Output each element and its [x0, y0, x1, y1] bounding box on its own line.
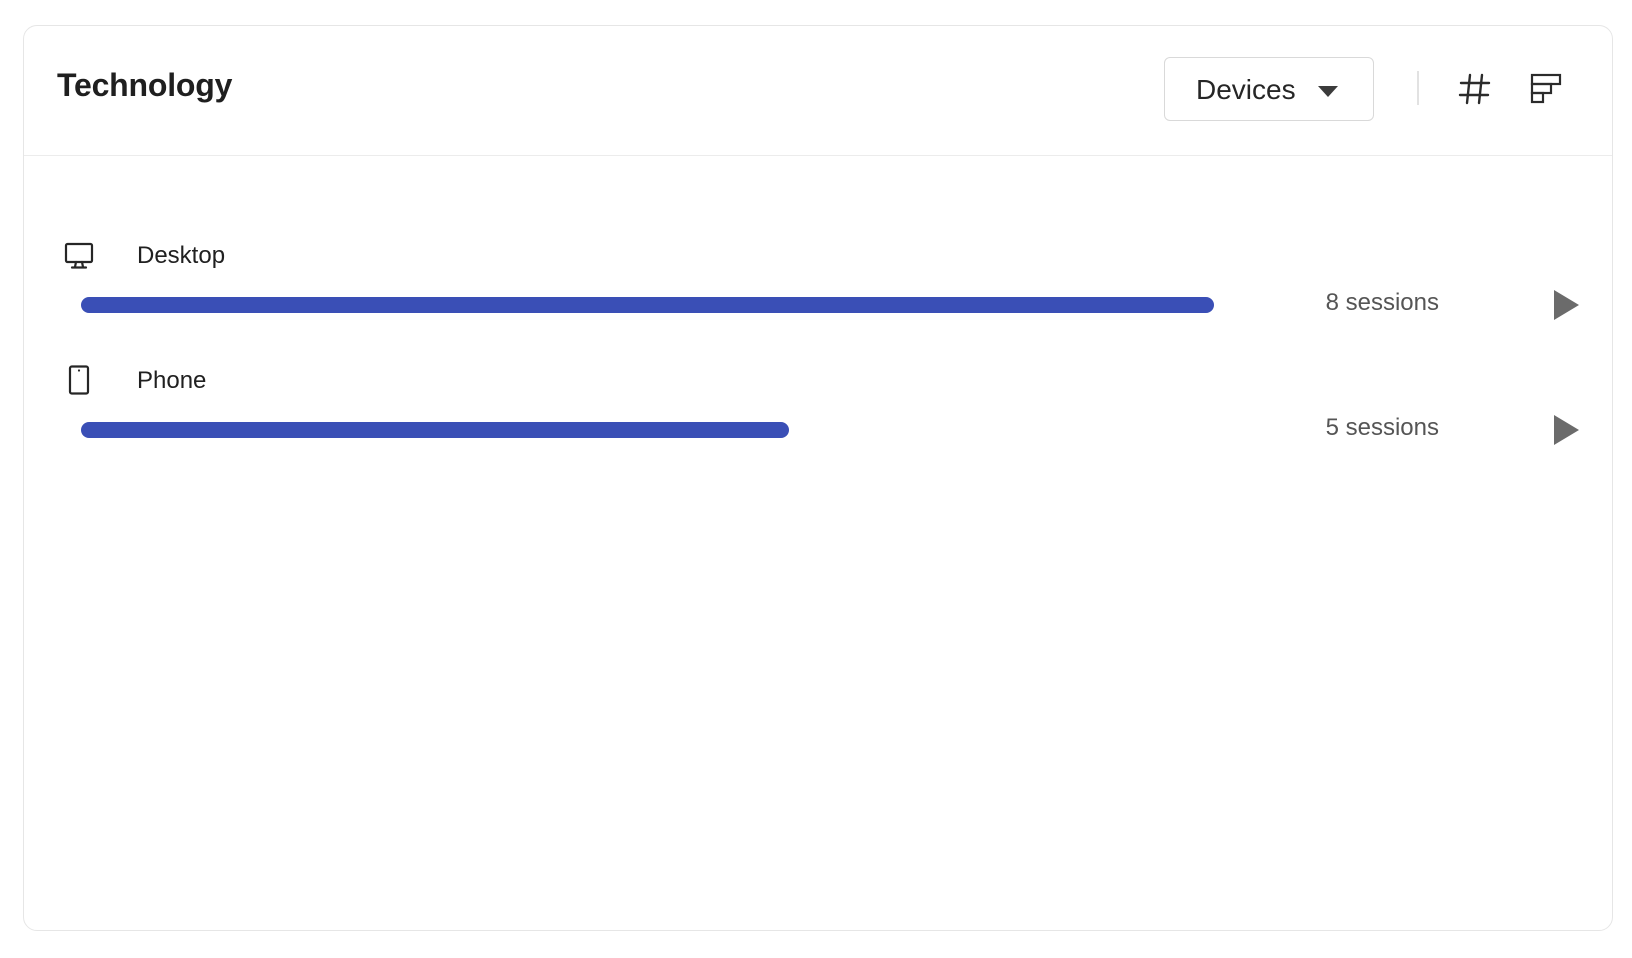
- progress-bar-fill: [81, 297, 1214, 313]
- count-view-button[interactable]: [1455, 69, 1495, 109]
- card-header: Technology Devices: [24, 26, 1612, 156]
- progress-bar-fill: [81, 422, 789, 438]
- row-label: Phone: [137, 367, 207, 394]
- desktop-icon: [64, 242, 94, 269]
- progress-bar-track: [81, 422, 1271, 438]
- row-label: Desktop: [137, 242, 226, 269]
- bar-view-button[interactable]: [1527, 69, 1567, 109]
- progress-bar-track: [81, 297, 1271, 313]
- sessions-count: 8 sessions: [1325, 289, 1439, 316]
- play-icon[interactable]: [1551, 413, 1581, 447]
- layout-icon: [1530, 73, 1562, 104]
- phone-icon: [68, 365, 90, 395]
- devices-dropdown[interactable]: Devices: [1164, 57, 1374, 121]
- dropdown-selected-value: Devices: [1196, 74, 1296, 105]
- list-item: Desktop 8 sessions: [57, 233, 1582, 333]
- header-divider: [1417, 71, 1419, 105]
- play-icon[interactable]: [1551, 288, 1581, 322]
- list-item: Phone 5 sessions: [57, 358, 1582, 458]
- caret-down-icon: [1318, 86, 1338, 97]
- hash-icon: [1458, 73, 1491, 105]
- technology-card: Technology Devices Desktop 8 sessions Ph…: [23, 25, 1613, 931]
- sessions-count: 5 sessions: [1325, 414, 1439, 441]
- card-title: Technology: [57, 67, 233, 103]
